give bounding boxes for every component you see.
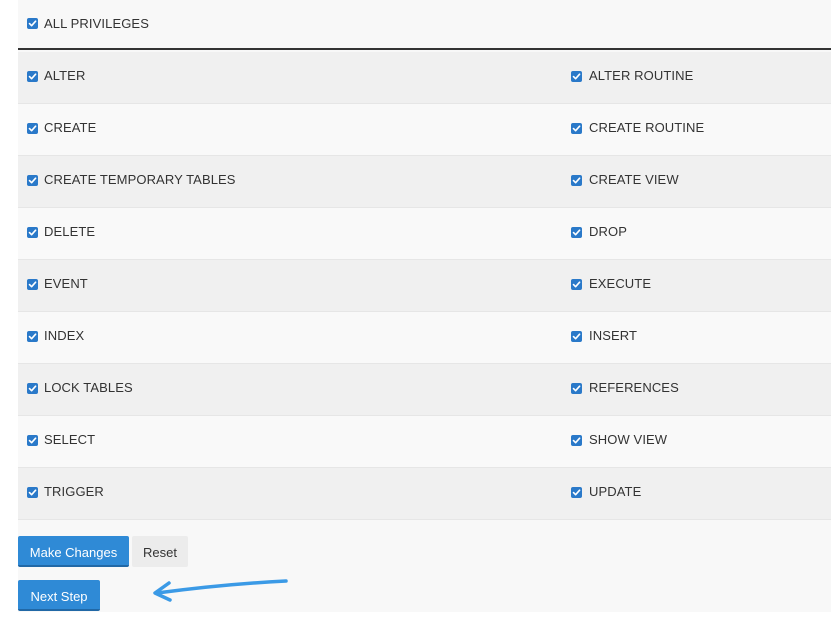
privilege-label: INSERT	[589, 328, 637, 344]
privilege-checkbox[interactable]	[571, 435, 582, 446]
privilege-label: CREATE TEMPORARY TABLES	[44, 172, 236, 188]
check-icon	[572, 384, 581, 393]
privilege-checkbox[interactable]	[27, 123, 38, 134]
privilege-label: TRIGGER	[44, 484, 104, 500]
check-icon	[28, 124, 37, 133]
privilege-label: LOCK TABLES	[44, 380, 133, 396]
privilege-checkbox[interactable]	[27, 227, 38, 238]
reset-button[interactable]: Reset	[132, 536, 188, 567]
privileges-page: ALL PRIVILEGES ALTERALTER ROUTINECREATEC…	[0, 0, 833, 621]
check-icon	[28, 176, 37, 185]
privilege-label: DROP	[589, 224, 627, 240]
privilege-label: EVENT	[44, 276, 88, 292]
privilege-checkbox[interactable]	[571, 331, 582, 342]
privilege-row: DELETE DROP	[18, 208, 831, 260]
check-icon	[28, 384, 37, 393]
check-icon	[28, 436, 37, 445]
privilege-checkbox[interactable]	[27, 487, 38, 498]
check-icon	[28, 280, 37, 289]
next-step-button[interactable]: Next Step	[18, 580, 100, 611]
check-icon	[572, 488, 581, 497]
privilege-label: INDEX	[44, 328, 84, 344]
check-icon	[28, 72, 37, 81]
check-icon	[28, 332, 37, 341]
check-icon	[572, 124, 581, 133]
privilege-row: INDEX INSERT	[18, 312, 831, 364]
privilege-label: REFERENCES	[589, 380, 679, 396]
check-icon	[28, 19, 37, 28]
privilege-label: CREATE	[44, 120, 96, 136]
privilege-label: CREATE VIEW	[589, 172, 679, 188]
check-icon	[572, 72, 581, 81]
privilege-checkbox[interactable]	[571, 383, 582, 394]
privilege-row: EVENT EXECUTE	[18, 260, 831, 312]
all-privileges-checkbox[interactable]	[27, 18, 38, 29]
privilege-row: CREATE TEMPORARY TABLES CREATE VIEW	[18, 156, 831, 208]
privilege-label: CREATE ROUTINE	[589, 120, 704, 136]
privilege-label: ALTER ROUTINE	[589, 68, 693, 84]
privilege-label: DELETE	[44, 224, 95, 240]
check-icon	[572, 228, 581, 237]
privilege-label: SHOW VIEW	[589, 432, 667, 448]
privilege-checkbox[interactable]	[571, 175, 582, 186]
all-privileges-label: ALL PRIVILEGES	[44, 16, 149, 32]
privilege-checkbox[interactable]	[27, 279, 38, 290]
annotation-arrow-icon	[145, 572, 295, 608]
privilege-row: SELECT SHOW VIEW	[18, 416, 831, 468]
privilege-checkbox[interactable]	[27, 331, 38, 342]
privilege-checkbox[interactable]	[571, 227, 582, 238]
privilege-checkbox[interactable]	[27, 435, 38, 446]
privilege-row: ALTER ALTER ROUTINE	[18, 52, 831, 104]
check-icon	[572, 436, 581, 445]
privilege-label: UPDATE	[589, 484, 641, 500]
privilege-checkbox[interactable]	[571, 123, 582, 134]
check-icon	[28, 488, 37, 497]
check-icon	[572, 176, 581, 185]
make-changes-button[interactable]: Make Changes	[18, 536, 129, 567]
privileges-list: ALTERALTER ROUTINECREATECREATE ROUTINECR…	[18, 52, 831, 520]
privilege-label: SELECT	[44, 432, 95, 448]
privilege-row: TRIGGER UPDATE	[18, 468, 831, 520]
privilege-checkbox[interactable]	[27, 383, 38, 394]
check-icon	[28, 228, 37, 237]
privilege-label: EXECUTE	[589, 276, 651, 292]
privilege-row: LOCK TABLES REFERENCES	[18, 364, 831, 416]
privilege-row: CREATE CREATE ROUTINE	[18, 104, 831, 156]
privilege-label: ALTER	[44, 68, 85, 84]
privilege-checkbox[interactable]	[571, 71, 582, 82]
privilege-checkbox[interactable]	[571, 279, 582, 290]
privilege-checkbox[interactable]	[27, 175, 38, 186]
check-icon	[572, 280, 581, 289]
check-icon	[572, 332, 581, 341]
privilege-checkbox[interactable]	[27, 71, 38, 82]
all-privileges-row[interactable]: ALL PRIVILEGES	[18, 0, 831, 50]
privilege-checkbox[interactable]	[571, 487, 582, 498]
